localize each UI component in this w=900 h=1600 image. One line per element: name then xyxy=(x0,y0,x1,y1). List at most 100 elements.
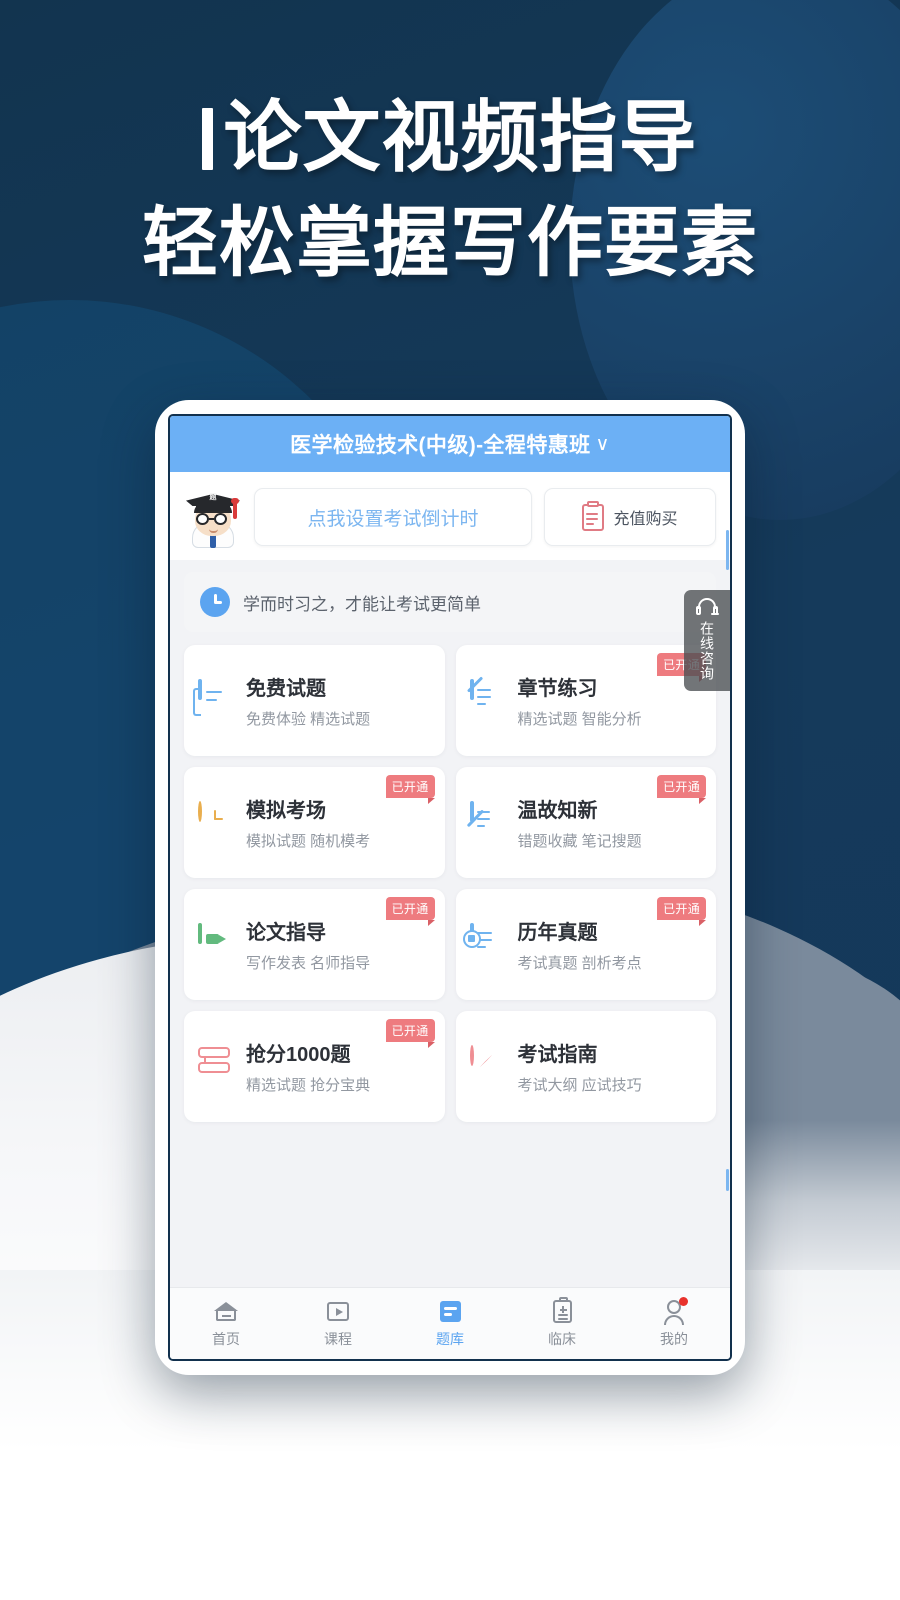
clinic-icon xyxy=(549,1297,575,1324)
clock-icon xyxy=(198,800,234,843)
question-bank-icon xyxy=(437,1298,463,1324)
avatar-tassel xyxy=(233,501,237,519)
status-badge: 已开通 xyxy=(657,897,706,925)
card-title: 章节练习 xyxy=(517,678,598,700)
note-pencil-icon-shape xyxy=(469,800,490,827)
card-mock-exam[interactable]: 模拟考场 模拟试题 随机模考 已开通 xyxy=(184,767,445,878)
card-title: 历年真题 xyxy=(517,922,598,944)
avatar-glasses-left xyxy=(196,513,209,525)
card-1000-questions[interactable]: 抢分1000题 精选试题 抢分宝典 已开通 xyxy=(184,1011,445,1122)
card-chapter-practice[interactable]: 章节练习 精选试题 智能分析 已开通 xyxy=(455,645,716,756)
card-title: 温故知新 xyxy=(517,800,598,822)
tab-label: 临床 xyxy=(548,1331,576,1347)
home-icon xyxy=(213,1298,239,1324)
avatar-glasses-bridge xyxy=(209,518,214,520)
card-thesis-guidance[interactable]: 论文指导 写作发表 名师指导 已开通 xyxy=(184,889,445,1000)
card-free-questions[interactable]: 免费试题 免费体验 精选试题 xyxy=(184,645,445,756)
app-header[interactable]: 医学检验技术(中级)-全程特惠班 ∨ xyxy=(170,416,730,472)
top-row: 题 点我设置考试倒计时 充值购买 xyxy=(184,486,716,548)
document-icon-shape xyxy=(198,678,222,702)
card-subtitle: 写作发表 名师指导 xyxy=(246,955,371,972)
phone-screen: 医学检验技术(中级)-全程特惠班 ∨ 题 点我设置考试倒计时 充值购买 学而时习… xyxy=(168,414,732,1361)
card-subtitle: 精选试题 智能分析 xyxy=(517,711,642,728)
card-subtitle: 考试大纲 应试技巧 xyxy=(517,1077,642,1094)
card-text: 论文指导 写作发表 名师指导 xyxy=(246,916,370,973)
phone-mockup: 医学检验技术(中级)-全程特惠班 ∨ 题 点我设置考试倒计时 充值购买 学而时习… xyxy=(155,400,745,1375)
status-badge: 已开通 xyxy=(385,1019,435,1047)
card-title: 模拟考场 xyxy=(246,800,326,822)
tab-label: 题库 xyxy=(436,1331,464,1347)
card-subtitle: 精选试题 抢分宝典 xyxy=(246,1077,371,1094)
chevron-down-icon[interactable]: ∨ xyxy=(596,433,610,456)
card-past-papers[interactable]: 历年真题 考试真题 剖析考点 已开通 xyxy=(455,889,716,1000)
tab-clinic[interactable]: 临床 xyxy=(506,1297,618,1349)
play-icon-shape xyxy=(327,1302,349,1321)
tab-label: 课程 xyxy=(324,1331,352,1347)
card-text: 免费试题 免费体验 精选试题 xyxy=(246,672,370,729)
card-title: 考试指南 xyxy=(517,1044,598,1066)
headset-mic xyxy=(711,613,719,615)
clipboard-icon xyxy=(582,500,605,531)
notification-dot-badge xyxy=(679,1297,688,1306)
scrollbar-top[interactable] xyxy=(726,530,729,570)
tab-label: 我的 xyxy=(660,1331,688,1347)
avatar[interactable]: 题 xyxy=(184,486,242,548)
status-badge: 已开通 xyxy=(385,775,435,803)
clinic-icon-shape xyxy=(553,1297,572,1323)
card-subtitle: 模拟试题 随机模考 xyxy=(246,833,371,850)
status-badge: 已开通 xyxy=(657,775,706,803)
countdown-button[interactable]: 点我设置考试倒计时 xyxy=(254,488,532,546)
recharge-button[interactable]: 充值购买 xyxy=(544,488,716,546)
avatar-glasses-right xyxy=(214,513,227,525)
card-subtitle: 免费体验 精选试题 xyxy=(246,711,371,728)
video-book-icon-shape xyxy=(198,922,202,944)
card-title: 免费试题 xyxy=(246,678,326,700)
tab-courses[interactable]: 课程 xyxy=(282,1298,394,1349)
books-icon xyxy=(198,1046,234,1087)
card-review[interactable]: 温故知新 错题收藏 笔记搜题 已开通 xyxy=(455,767,716,878)
tab-label: 首页 xyxy=(212,1331,240,1347)
note-pencil-icon xyxy=(469,800,506,843)
headset-icon xyxy=(696,598,719,616)
clipboard-line-1 xyxy=(586,512,599,515)
card-text: 模拟考场 模拟试题 随机模考 xyxy=(246,794,370,851)
notice-bar[interactable]: 学而时习之，才能让考试更简单 xyxy=(184,572,716,632)
clock-icon-shape xyxy=(198,800,202,822)
exam-stamp-icon-shape xyxy=(462,922,492,948)
edit-doc-icon-shape xyxy=(469,678,491,705)
clipboard-line-3 xyxy=(586,522,595,525)
exam-stamp-icon xyxy=(462,922,506,965)
tab-home[interactable]: 首页 xyxy=(170,1298,282,1349)
scrollbar-bottom[interactable] xyxy=(726,1169,729,1191)
online-consult-button[interactable]: 在线咨询 xyxy=(684,590,730,691)
clipboard-line-2 xyxy=(586,517,599,520)
card-exam-guide[interactable]: 考试指南 考试大纲 应试技巧 xyxy=(455,1011,716,1122)
compass-icon xyxy=(469,1044,506,1087)
question-bank-icon-shape xyxy=(440,1301,461,1322)
card-subtitle: 错题收藏 笔记搜题 xyxy=(517,833,642,850)
tab-profile[interactable]: 我的 xyxy=(618,1297,730,1349)
notice-text: 学而时习之，才能让考试更简单 xyxy=(243,594,481,614)
headset-ear-left xyxy=(696,606,701,615)
recharge-button-label: 充值购买 xyxy=(613,511,678,528)
profile-icon xyxy=(661,1297,688,1325)
home-icon-shape xyxy=(214,1302,238,1321)
countdown-button-label: 点我设置考试倒计时 xyxy=(307,508,479,530)
tab-question-bank[interactable]: 题库 xyxy=(394,1298,506,1349)
document-icon xyxy=(198,678,234,721)
card-subtitle: 考试真题 剖析考点 xyxy=(517,955,642,972)
video-book-icon xyxy=(198,922,234,965)
avatar-cap-text: 题 xyxy=(209,494,217,501)
card-text: 章节练习 精选试题 智能分析 xyxy=(518,672,642,729)
app-body: 题 点我设置考试倒计时 充值购买 学而时习之，才能让考试更简单 免费试题 免费体… xyxy=(170,472,730,1287)
play-icon xyxy=(325,1298,351,1324)
clock-icon xyxy=(200,587,230,617)
app-header-title: 医学检验技术(中级)-全程特惠班 xyxy=(290,434,591,457)
online-consult-label: 在线咨询 xyxy=(699,621,715,681)
card-text: 抢分1000题 精选试题 抢分宝典 xyxy=(246,1038,370,1095)
card-text: 历年真题 考试真题 剖析考点 xyxy=(518,916,642,973)
card-title: 抢分1000题 xyxy=(246,1044,351,1066)
compass-icon-shape xyxy=(469,1044,474,1066)
feature-grid: 免费试题 免费体验 精选试题 章节练习 精选试题 智能分析 已开通 模拟考场 模… xyxy=(170,632,730,1122)
edit-doc-icon xyxy=(469,678,506,721)
